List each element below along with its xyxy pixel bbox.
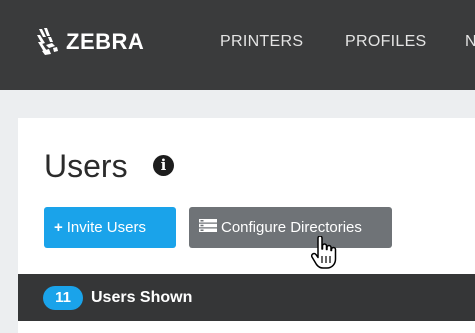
plus-icon: + bbox=[54, 219, 63, 236]
nav-item-printers[interactable]: PRINTERS bbox=[220, 33, 303, 51]
info-icon[interactable]: i bbox=[153, 155, 174, 176]
configure-directories-label: Configure Directories bbox=[221, 219, 362, 236]
zebra-head-icon bbox=[36, 27, 62, 57]
top-navigation-bar: ZEBRA PRINTERS PROFILES N bbox=[0, 0, 475, 90]
user-count-badge: 11 bbox=[43, 285, 83, 310]
nav-item-truncated[interactable]: N bbox=[465, 33, 475, 51]
brand-name: ZEBRA bbox=[66, 29, 145, 54]
page-title: Users bbox=[44, 148, 128, 184]
invite-users-button[interactable]: + Invite Users bbox=[44, 207, 176, 248]
brand-logo[interactable]: ZEBRA bbox=[36, 26, 144, 58]
configure-directories-button[interactable]: Configure Directories bbox=[189, 207, 392, 248]
server-icon bbox=[199, 219, 217, 236]
users-panel: Users i + Invite Users Configure Directo… bbox=[18, 118, 475, 333]
users-list-header: 11 Users Shown bbox=[18, 274, 475, 321]
invite-users-label: Invite Users bbox=[66, 219, 146, 236]
users-shown-label: Users Shown bbox=[91, 288, 193, 306]
nav-item-profiles[interactable]: PROFILES bbox=[345, 33, 427, 51]
